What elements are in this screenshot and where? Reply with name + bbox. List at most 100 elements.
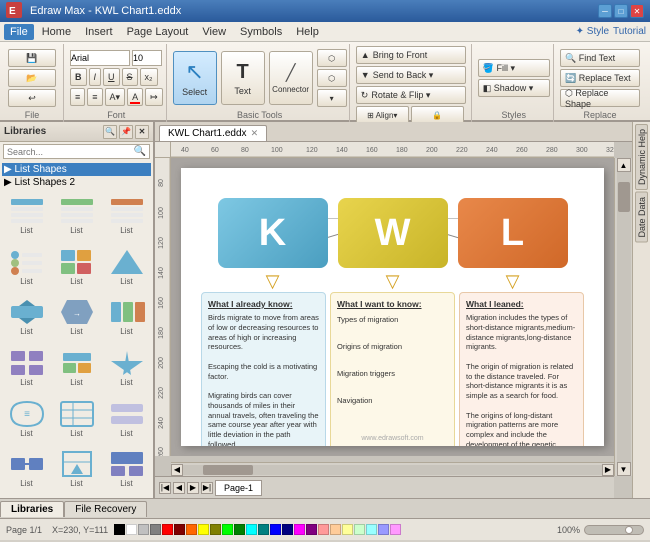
color-swatch-olive[interactable] <box>210 524 221 535</box>
dynamic-help-tab[interactable]: Dynamic Help <box>635 124 648 190</box>
shape-item[interactable]: → List <box>53 295 100 343</box>
align-left-button[interactable]: ≡ <box>70 88 85 106</box>
replace-shape-button[interactable]: ⬡ Replace Shape <box>560 89 640 107</box>
find-text-button[interactable]: 🔍 Find Text <box>560 49 640 67</box>
color-swatch-blue[interactable] <box>270 524 281 535</box>
panel-close-icon[interactable]: ✕ <box>135 125 149 139</box>
color-swatch-green-light[interactable] <box>354 524 365 535</box>
shape-item[interactable]: List <box>103 346 150 394</box>
scroll-down-button[interactable]: ▼ <box>617 462 631 476</box>
more-tools-1[interactable]: ⬡ <box>317 49 347 67</box>
scroll-up-button[interactable]: ▲ <box>617 158 631 172</box>
menu-view[interactable]: View <box>196 24 232 40</box>
color-swatch-maroon[interactable] <box>174 524 185 535</box>
shape-item[interactable]: List <box>103 194 150 242</box>
font-size-input[interactable] <box>132 50 162 66</box>
zoom-thumb[interactable] <box>625 526 633 534</box>
tab-close-button[interactable]: ✕ <box>251 128 259 139</box>
shape-item[interactable]: ≡ List <box>3 397 50 445</box>
select-tool-button[interactable]: ↖ Select <box>173 51 217 105</box>
minimize-button[interactable]: ─ <box>598 4 612 18</box>
shape-item[interactable]: List <box>53 346 100 394</box>
page-next-button[interactable]: ▶ <box>187 482 199 494</box>
shape-item[interactable]: List <box>103 245 150 293</box>
color-swatch-silver[interactable] <box>138 524 149 535</box>
color-swatch-red[interactable] <box>162 524 173 535</box>
maximize-button[interactable]: □ <box>614 4 628 18</box>
rotate-flip-button[interactable]: ↻ Rotate & Flip ▾ <box>356 86 466 104</box>
undo-button[interactable]: ↩ <box>8 89 56 107</box>
shape-item[interactable]: List <box>3 245 50 293</box>
shape-item[interactable]: List <box>53 447 100 495</box>
scroll-thumb-h[interactable] <box>203 465 253 475</box>
shape-item[interactable]: List <box>3 346 50 394</box>
shape-item[interactable]: List <box>3 295 50 343</box>
menu-symbols[interactable]: Symbols <box>234 24 288 40</box>
list-indent-button[interactable]: ↦ <box>145 88 163 106</box>
color-swatch-cyan-light[interactable] <box>366 524 377 535</box>
scroll-track-v[interactable] <box>617 172 631 462</box>
shape-item[interactable]: List <box>53 397 100 445</box>
shape-item[interactable]: List <box>3 447 50 495</box>
send-to-back-button[interactable]: ▼ Send to Back ▾ <box>356 66 466 84</box>
page-prev-button[interactable]: ◀ <box>173 482 185 494</box>
color-swatch-lime[interactable] <box>222 524 233 535</box>
menu-home[interactable]: Home <box>36 24 77 40</box>
strikethrough-button[interactable]: S <box>122 68 138 86</box>
color-swatch-yellow-light[interactable] <box>342 524 353 535</box>
shape-item[interactable]: List <box>103 397 150 445</box>
align-right-button[interactable]: A▾ <box>105 88 126 106</box>
bring-to-front-button[interactable]: ▲ Bring to Front <box>356 46 466 64</box>
color-swatch-gray[interactable] <box>150 524 161 535</box>
scroll-thumb-v[interactable] <box>618 182 630 212</box>
color-swatch-yellow[interactable] <box>198 524 209 535</box>
font-color-button[interactable]: A <box>127 88 143 106</box>
shape-item[interactable]: List <box>3 194 50 242</box>
replace-text-button[interactable]: 🔄 Replace Text <box>560 69 640 87</box>
color-swatch-peach[interactable] <box>330 524 341 535</box>
shadow-button[interactable]: ◧ Shadow ▾ <box>478 79 550 97</box>
page-first-button[interactable]: |◀ <box>159 482 171 494</box>
color-swatch-orange[interactable] <box>186 524 197 535</box>
scroll-left-button[interactable]: ◀ <box>171 464 183 476</box>
color-swatch-green[interactable] <box>234 524 245 535</box>
library-search-input[interactable] <box>7 147 134 157</box>
subscript-button[interactable]: x₂ <box>140 68 158 86</box>
style-link[interactable]: ✦ Style <box>576 26 609 37</box>
color-swatch-pink[interactable] <box>390 524 401 535</box>
color-swatch-fuchsia[interactable] <box>294 524 305 535</box>
more-tools-2[interactable]: ⬡ <box>317 69 347 87</box>
bold-button[interactable]: B <box>70 68 87 86</box>
shape-item[interactable]: List <box>103 447 150 495</box>
text-tool-button[interactable]: T Text <box>221 51 265 105</box>
font-family-input[interactable] <box>70 50 130 66</box>
color-swatch-black[interactable] <box>114 524 125 535</box>
panel-pin-icon[interactable]: 📌 <box>119 125 133 139</box>
tree-item-list-shapes[interactable]: ▶ List Shapes <box>2 163 151 176</box>
open-button[interactable]: 📂 <box>8 69 56 87</box>
close-button[interactable]: ✕ <box>630 4 644 18</box>
color-swatch-pink-light[interactable] <box>318 524 329 535</box>
color-swatch-purple[interactable] <box>306 524 317 535</box>
page-1-tab[interactable]: Page-1 <box>215 480 262 496</box>
shape-item[interactable]: List <box>53 194 100 242</box>
shape-item[interactable]: List <box>53 245 100 293</box>
more-tools-3[interactable]: ▾ <box>317 89 347 107</box>
menu-insert[interactable]: Insert <box>79 24 119 40</box>
tutorial-link[interactable]: Tutorial <box>613 26 646 37</box>
menu-page-layout[interactable]: Page Layout <box>121 24 195 40</box>
menu-file[interactable]: File <box>4 24 34 40</box>
file-recovery-tab[interactable]: File Recovery <box>64 501 147 517</box>
color-swatch-cyan[interactable] <box>246 524 257 535</box>
scroll-track-h[interactable] <box>183 465 602 475</box>
libraries-tab[interactable]: Libraries <box>0 501 64 517</box>
panel-search-icon[interactable]: 🔍 <box>103 125 117 139</box>
underline-button[interactable]: U <box>103 68 120 86</box>
page-last-button[interactable]: ▶| <box>201 482 213 494</box>
horizontal-scrollbar[interactable]: ◀ ▶ <box>171 462 614 476</box>
color-swatch-navy[interactable] <box>282 524 293 535</box>
menu-help[interactable]: Help <box>290 24 325 40</box>
canvas-tab-kwl[interactable]: KWL Chart1.eddx ✕ <box>159 125 267 141</box>
canvas-scroll-area[interactable]: K W L ▽ ▽ ▽ <box>171 158 614 456</box>
color-swatch-teal[interactable] <box>258 524 269 535</box>
